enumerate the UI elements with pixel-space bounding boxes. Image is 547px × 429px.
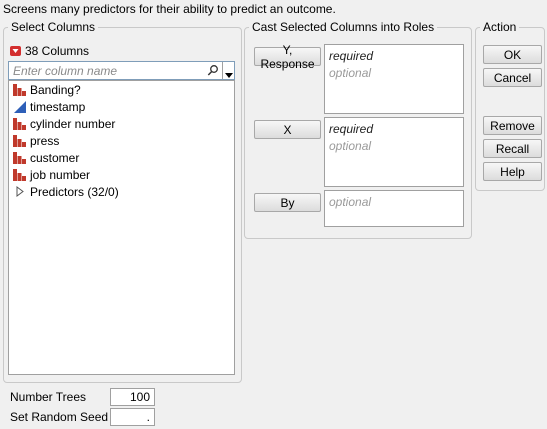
- y-optional-text: optional: [329, 66, 372, 80]
- by-role-box[interactable]: optional: [324, 190, 464, 227]
- list-item[interactable]: job number: [9, 166, 234, 183]
- random-seed-input[interactable]: [110, 408, 155, 426]
- select-columns-title: Select Columns: [11, 20, 96, 34]
- help-button[interactable]: Help: [483, 162, 542, 181]
- nominal-bar-icon: [13, 168, 26, 181]
- x-optional-text: optional: [329, 139, 372, 153]
- y-response-role-box[interactable]: required optional: [324, 44, 464, 114]
- by-optional-text: optional: [329, 195, 372, 209]
- platform-description: Screens many predictors for their abilit…: [3, 2, 336, 16]
- list-item[interactable]: customer: [9, 149, 234, 166]
- list-item[interactable]: cylinder number: [9, 115, 234, 132]
- by-button[interactable]: By: [254, 193, 321, 212]
- collapse-triangle-icon[interactable]: [13, 185, 26, 198]
- x-required-text: required: [329, 122, 374, 136]
- columns-menu-icon[interactable]: [10, 46, 21, 56]
- list-item[interactable]: timestamp: [9, 98, 234, 115]
- cancel-button[interactable]: Cancel: [483, 68, 542, 87]
- chevron-down-icon[interactable]: [224, 68, 234, 78]
- column-search-box[interactable]: [8, 61, 235, 80]
- list-item-group[interactable]: Predictors (32/0): [9, 183, 234, 200]
- continuous-triangle-icon: [13, 100, 26, 113]
- ok-button[interactable]: OK: [483, 45, 542, 64]
- remove-button[interactable]: Remove: [483, 116, 542, 135]
- recall-button[interactable]: Recall: [483, 139, 542, 158]
- nominal-bar-icon: [13, 134, 26, 147]
- number-trees-input[interactable]: [110, 388, 155, 406]
- y-response-button[interactable]: Y, Response: [254, 43, 321, 71]
- nominal-bar-icon: [13, 83, 26, 96]
- action-title: Action: [483, 20, 517, 34]
- search-icon[interactable]: [207, 64, 219, 77]
- number-trees-label: Number Trees: [10, 390, 87, 404]
- cast-roles-title: Cast Selected Columns into Roles: [252, 20, 435, 34]
- column-list[interactable]: Banding? timestamp cylinder number press…: [8, 80, 235, 375]
- x-button[interactable]: X: [254, 120, 321, 139]
- y-required-text: required: [329, 49, 374, 63]
- list-item[interactable]: Banding?: [9, 81, 234, 98]
- column-search-input[interactable]: [9, 62, 205, 79]
- nominal-bar-icon: [13, 151, 26, 164]
- random-seed-label: Set Random Seed: [10, 410, 109, 424]
- column-count: 38 Columns: [25, 44, 90, 58]
- list-item[interactable]: press: [9, 132, 234, 149]
- nominal-bar-icon: [13, 117, 26, 130]
- x-role-box[interactable]: required optional: [324, 117, 464, 187]
